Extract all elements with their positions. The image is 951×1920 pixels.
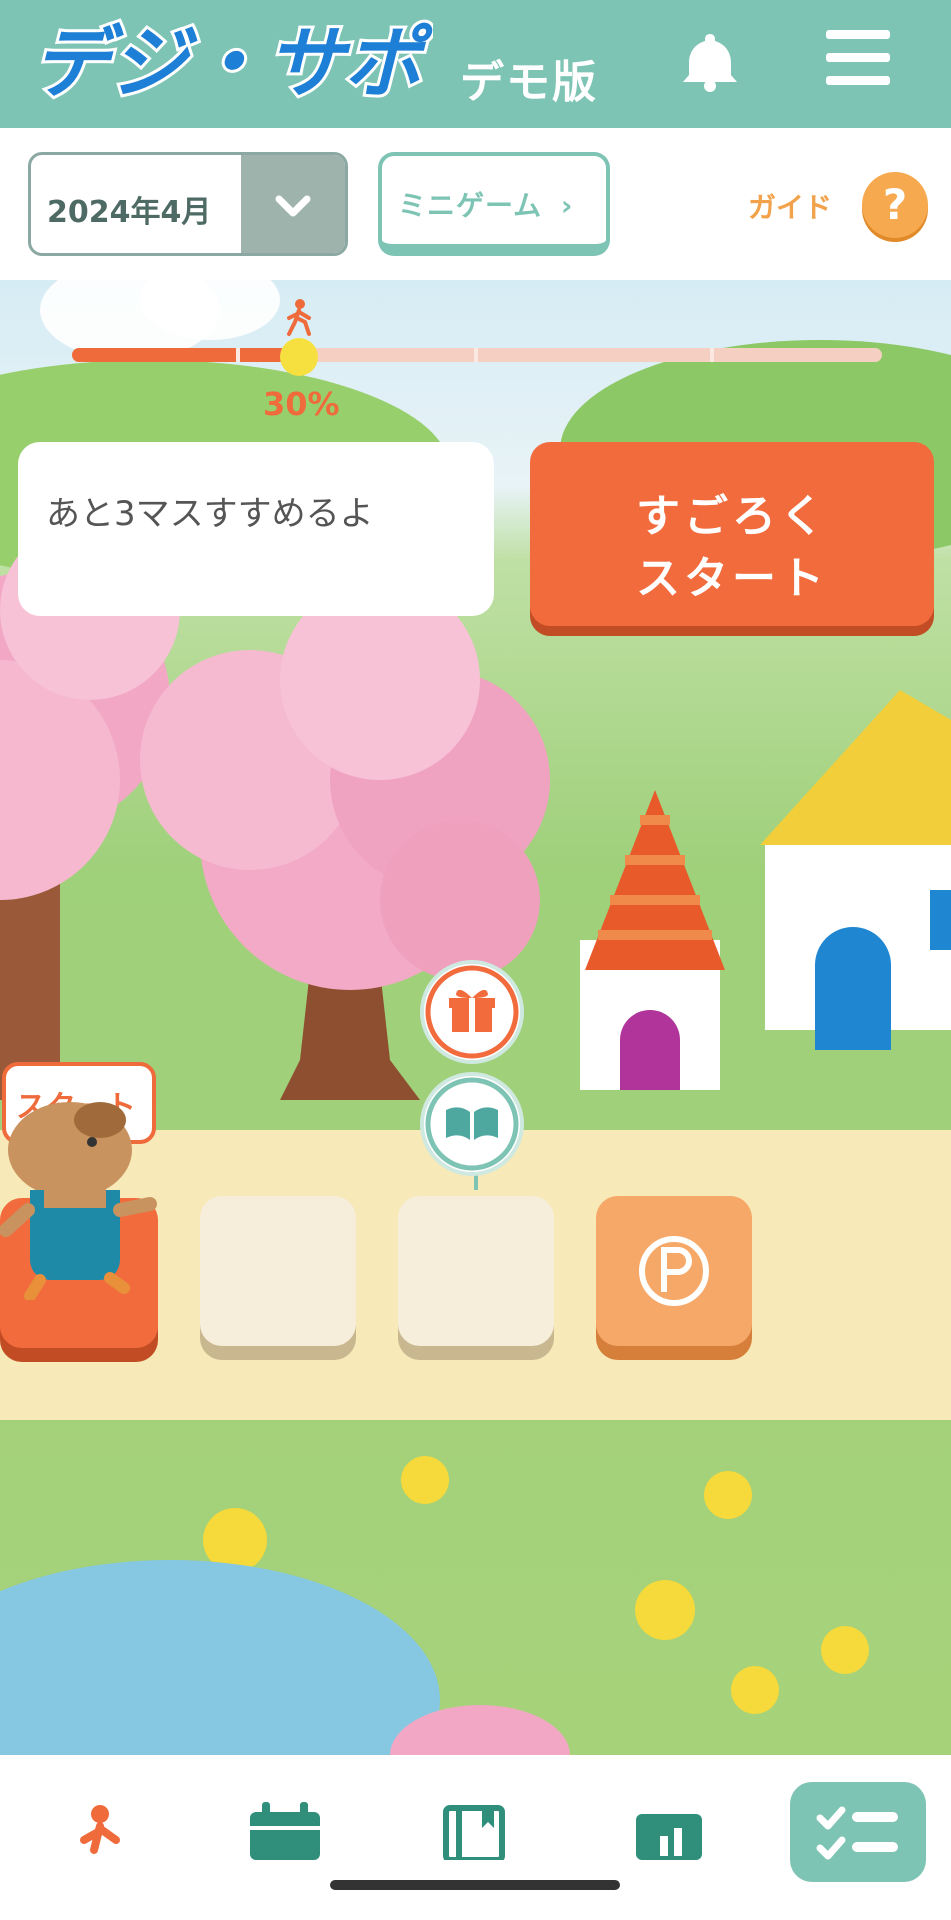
app-header: デジ・サポ デモ版: [0, 0, 951, 128]
book-icon: [425, 1077, 519, 1171]
checklist-icon: [816, 1806, 898, 1860]
chevron-right-icon: ›: [560, 189, 574, 222]
progress-percent: 30%: [263, 385, 340, 423]
progress-divider: [474, 348, 478, 362]
calendar-icon[interactable]: [240, 1800, 330, 1860]
progress-divider: [236, 348, 240, 362]
start-button-line1: すごろく: [636, 491, 828, 542]
progress-divider: [710, 348, 714, 362]
start-button-line2: スタート: [636, 553, 828, 604]
gift-icon: [425, 965, 519, 1059]
book-bubble[interactable]: [424, 1076, 520, 1172]
tile-blank[interactable]: [398, 1196, 554, 1346]
month-select-toggle[interactable]: [241, 155, 345, 253]
small-house: [580, 790, 725, 1090]
month-select-value: 2024年4月: [47, 195, 212, 230]
big-house: [760, 690, 951, 1050]
month-select[interactable]: 2024年4月: [28, 152, 348, 256]
app-logo: デジ・サポ: [29, 16, 433, 112]
guide-label[interactable]: ガイド: [748, 186, 832, 226]
sugoroku-start-button[interactable]: すごろく スタート: [530, 442, 934, 626]
progress-fill: [72, 348, 299, 362]
tile-blank[interactable]: [200, 1196, 356, 1346]
pond: [0, 1560, 440, 1755]
book-icon[interactable]: [428, 1800, 518, 1860]
progress-knob: [280, 338, 318, 376]
tile-point[interactable]: [596, 1196, 752, 1346]
gift-bubble[interactable]: [424, 964, 520, 1060]
minigame-label: ミニゲーム: [398, 189, 543, 222]
minigame-button[interactable]: ミニゲーム ›: [378, 152, 610, 256]
home-indicator[interactable]: [330, 1880, 620, 1890]
bell-icon[interactable]: [680, 30, 740, 92]
walker-icon: [287, 299, 311, 336]
message-card: あと3マスすすめるよ: [18, 442, 494, 616]
edition-label: デモ版: [460, 57, 598, 108]
message-text: あと3マスすすめるよ: [46, 494, 374, 534]
walk-icon[interactable]: [58, 1800, 148, 1860]
hamburger-menu-icon[interactable]: [826, 30, 890, 86]
logo-text: デジ・サポ: [32, 19, 433, 109]
point-icon: [639, 1236, 709, 1306]
nav-checklist-active[interactable]: [790, 1782, 926, 1882]
chart-icon[interactable]: [624, 1800, 714, 1860]
help-icon[interactable]: ?: [862, 172, 928, 238]
capybara-character: [0, 1102, 157, 1300]
chevron-down-icon: [275, 195, 311, 217]
